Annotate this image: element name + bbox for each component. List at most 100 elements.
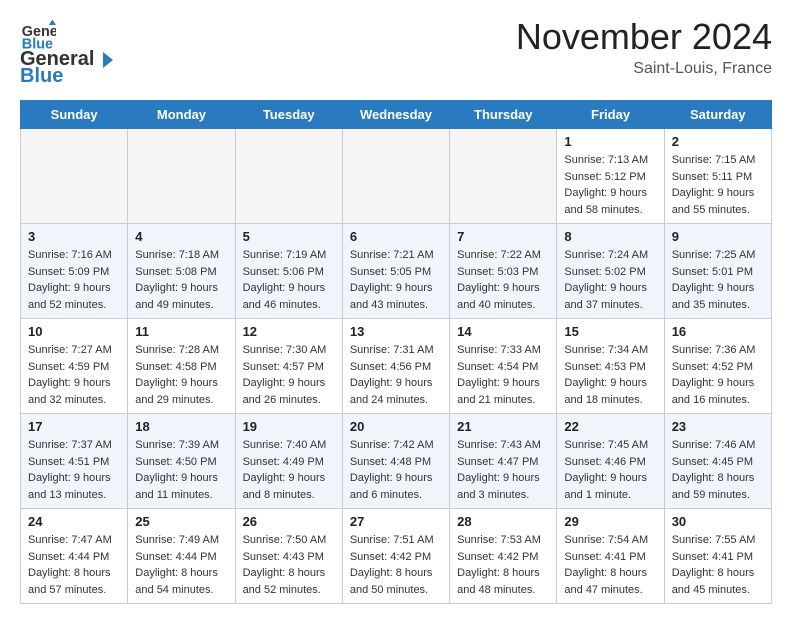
day-number: 7 (457, 229, 549, 244)
day-number: 18 (135, 419, 227, 434)
day-info: Sunrise: 7:31 AM Sunset: 4:56 PM Dayligh… (350, 342, 442, 408)
calendar-day-cell: 20Sunrise: 7:42 AM Sunset: 4:48 PM Dayli… (342, 414, 449, 509)
day-info: Sunrise: 7:40 AM Sunset: 4:49 PM Dayligh… (243, 437, 335, 503)
day-number: 14 (457, 324, 549, 339)
day-number: 12 (243, 324, 335, 339)
day-info: Sunrise: 7:47 AM Sunset: 4:44 PM Dayligh… (28, 532, 120, 598)
day-info: Sunrise: 7:49 AM Sunset: 4:44 PM Dayligh… (135, 532, 227, 598)
calendar-day-cell: 21 Sunrise: 7:43 AM Sunset: 4:47 PM Dayli… (450, 414, 557, 509)
day-number: 1 (564, 134, 656, 149)
logo: General Blue General Blue (20, 16, 116, 88)
day-number: 6 (350, 229, 442, 244)
calendar-day-cell: 28Sunrise: 7:53 AM Sunset: 4:42 PM Dayli… (450, 509, 557, 604)
day-number: 22 (564, 419, 656, 434)
day-number: 24 (28, 514, 120, 529)
day-number: 21 (457, 419, 549, 434)
day-number: 17 (28, 419, 120, 434)
logo-blue: Blue (20, 65, 63, 88)
empty-cell (21, 129, 128, 224)
day-number: 15 (564, 324, 656, 339)
day-number: 16 (672, 324, 764, 339)
day-info: Sunrise: 7:18 AM Sunset: 5:08 PM Dayligh… (135, 247, 227, 313)
day-number: 29 (564, 514, 656, 529)
location: Saint-Louis, France (516, 60, 772, 78)
calendar-week-row: 24 Sunrise: 7:47 AM Sunset: 4:44 PM Dayli… (21, 509, 772, 604)
day-info: Sunrise: 7:51 AM Sunset: 4:42 PM Dayligh… (350, 532, 442, 598)
col-saturday: Saturday (664, 101, 771, 129)
day-info: Sunrise: 7:53 AM Sunset: 4:42 PM Dayligh… (457, 532, 549, 598)
calendar-day-cell: 24 Sunrise: 7:47 AM Sunset: 4:44 PM Dayli… (21, 509, 128, 604)
day-number: 13 (350, 324, 442, 339)
day-number: 8 (564, 229, 656, 244)
calendar-day-cell: 23Sunrise: 7:46 AM Sunset: 4:45 PM Dayli… (664, 414, 771, 509)
page-header: General Blue General Blue November 2024 … (20, 16, 772, 88)
day-number: 20 (350, 419, 442, 434)
calendar-day-cell: 10 Sunrise: 7:27 AM Sunset: 4:59 PM Dayli… (21, 319, 128, 414)
day-number: 3 (28, 229, 120, 244)
calendar-day-cell: 27 Sunrise: 7:51 AM Sunset: 4:42 PM Dayli… (342, 509, 449, 604)
day-info: Sunrise: 7:43 AM Sunset: 4:47 PM Dayligh… (457, 437, 549, 503)
day-number: 25 (135, 514, 227, 529)
calendar-day-cell: 4 Sunrise: 7:18 AM Sunset: 5:08 PM Daylig… (128, 224, 235, 319)
col-monday: Monday (128, 101, 235, 129)
col-friday: Friday (557, 101, 664, 129)
day-number: 23 (672, 419, 764, 434)
day-info: Sunrise: 7:19 AM Sunset: 5:06 PM Dayligh… (243, 247, 335, 313)
day-info: Sunrise: 7:54 AM Sunset: 4:41 PM Dayligh… (564, 532, 656, 598)
day-info: Sunrise: 7:55 AM Sunset: 4:41 PM Dayligh… (672, 532, 764, 598)
day-info: Sunrise: 7:39 AM Sunset: 4:50 PM Dayligh… (135, 437, 227, 503)
col-sunday: Sunday (21, 101, 128, 129)
title-block: November 2024 Saint-Louis, France (516, 16, 772, 78)
calendar-week-row: 3 Sunrise: 7:16 AM Sunset: 5:09 PM Daylig… (21, 224, 772, 319)
day-info: Sunrise: 7:13 AM Sunset: 5:12 PM Dayligh… (564, 152, 656, 218)
calendar-week-row: 17 Sunrise: 7:37 AM Sunset: 4:51 PM Dayli… (21, 414, 772, 509)
calendar-day-cell: 7 Sunrise: 7:22 AM Sunset: 5:03 PM Daylig… (450, 224, 557, 319)
day-number: 4 (135, 229, 227, 244)
day-number: 27 (350, 514, 442, 529)
day-info: Sunrise: 7:22 AM Sunset: 5:03 PM Dayligh… (457, 247, 549, 313)
day-info: Sunrise: 7:34 AM Sunset: 4:53 PM Dayligh… (564, 342, 656, 408)
day-info: Sunrise: 7:21 AM Sunset: 5:05 PM Dayligh… (350, 247, 442, 313)
calendar-week-row: 1 Sunrise: 7:13 AM Sunset: 5:12 PM Daylig… (21, 129, 772, 224)
day-number: 2 (672, 134, 764, 149)
calendar-day-cell: 26 Sunrise: 7:50 AM Sunset: 4:43 PM Dayli… (235, 509, 342, 604)
day-info: Sunrise: 7:16 AM Sunset: 5:09 PM Dayligh… (28, 247, 120, 313)
empty-cell (235, 129, 342, 224)
calendar-day-cell: 29 Sunrise: 7:54 AM Sunset: 4:41 PM Dayli… (557, 509, 664, 604)
day-info: Sunrise: 7:30 AM Sunset: 4:57 PM Dayligh… (243, 342, 335, 408)
calendar-day-cell: 14Sunrise: 7:33 AM Sunset: 4:54 PM Dayli… (450, 319, 557, 414)
day-info: Sunrise: 7:27 AM Sunset: 4:59 PM Dayligh… (28, 342, 120, 408)
col-thursday: Thursday (450, 101, 557, 129)
calendar-day-cell: 18 Sunrise: 7:39 AM Sunset: 4:50 PM Dayli… (128, 414, 235, 509)
calendar-week-row: 10 Sunrise: 7:27 AM Sunset: 4:59 PM Dayli… (21, 319, 772, 414)
day-number: 5 (243, 229, 335, 244)
calendar-day-cell: 5 Sunrise: 7:19 AM Sunset: 5:06 PM Daylig… (235, 224, 342, 319)
day-info: Sunrise: 7:36 AM Sunset: 4:52 PM Dayligh… (672, 342, 764, 408)
calendar-day-cell: 15 Sunrise: 7:34 AM Sunset: 4:53 PM Dayli… (557, 319, 664, 414)
day-number: 30 (672, 514, 764, 529)
calendar-day-cell: 19Sunrise: 7:40 AM Sunset: 4:49 PM Dayli… (235, 414, 342, 509)
page-container: General Blue General Blue November 2024 … (0, 0, 792, 620)
empty-cell (128, 129, 235, 224)
calendar-day-cell: 12 Sunrise: 7:30 AM Sunset: 4:57 PM Dayli… (235, 319, 342, 414)
day-number: 26 (243, 514, 335, 529)
day-info: Sunrise: 7:24 AM Sunset: 5:02 PM Dayligh… (564, 247, 656, 313)
empty-cell (342, 129, 449, 224)
day-number: 9 (672, 229, 764, 244)
calendar-day-cell: 8 Sunrise: 7:24 AM Sunset: 5:02 PM Daylig… (557, 224, 664, 319)
calendar-day-cell: 13 Sunrise: 7:31 AM Sunset: 4:56 PM Dayli… (342, 319, 449, 414)
day-info: Sunrise: 7:25 AM Sunset: 5:01 PM Dayligh… (672, 247, 764, 313)
day-info: Sunrise: 7:50 AM Sunset: 4:43 PM Dayligh… (243, 532, 335, 598)
calendar-day-cell: 2Sunrise: 7:15 AM Sunset: 5:11 PM Daylig… (664, 129, 771, 224)
month-title: November 2024 (516, 16, 772, 58)
day-number: 10 (28, 324, 120, 339)
col-wednesday: Wednesday (342, 101, 449, 129)
empty-cell (450, 129, 557, 224)
day-info: Sunrise: 7:37 AM Sunset: 4:51 PM Dayligh… (28, 437, 120, 503)
logo-arrow-icon (95, 50, 115, 70)
day-info: Sunrise: 7:45 AM Sunset: 4:46 PM Dayligh… (564, 437, 656, 503)
col-tuesday: Tuesday (235, 101, 342, 129)
calendar-header-row: Sunday Monday Tuesday Wednesday Thursday… (21, 101, 772, 129)
day-info: Sunrise: 7:28 AM Sunset: 4:58 PM Dayligh… (135, 342, 227, 408)
calendar-day-cell: 3 Sunrise: 7:16 AM Sunset: 5:09 PM Daylig… (21, 224, 128, 319)
